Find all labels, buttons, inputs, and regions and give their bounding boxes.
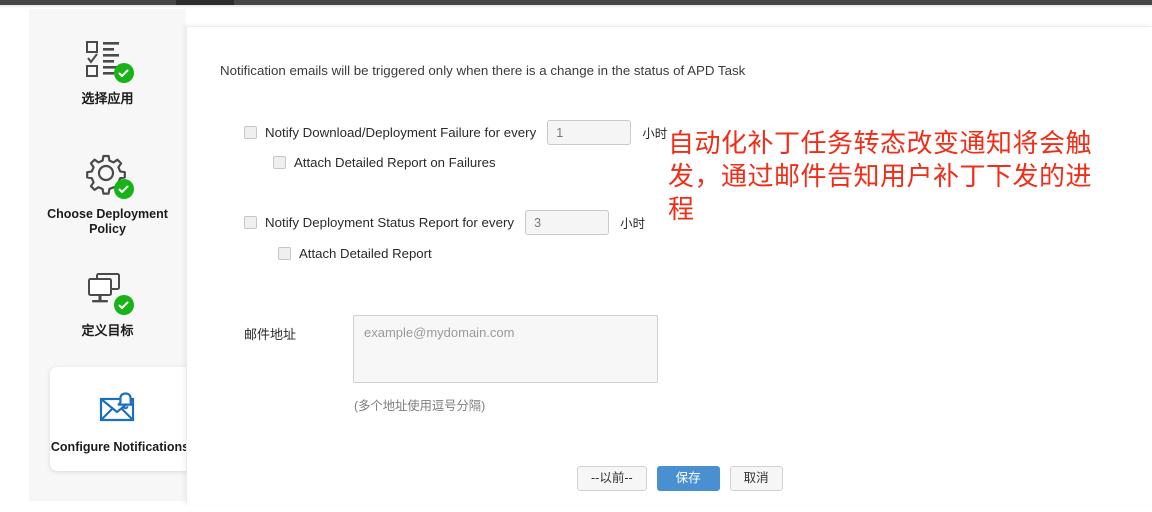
envelope-bell-icon bbox=[92, 383, 148, 433]
notifications-form-panel: Notification emails will be triggered on… bbox=[186, 26, 1152, 505]
step-completed-check-icon bbox=[113, 63, 134, 83]
sidebar-item-label: 定义目标 bbox=[81, 323, 134, 338]
email-address-hint: (多个地址使用逗号分隔) bbox=[354, 399, 486, 413]
sidebar-item-select-application[interactable]: 选择应用 bbox=[29, 34, 186, 106]
attach-status-report-row: Attach Detailed Report bbox=[278, 246, 432, 261]
monitors-icon bbox=[80, 266, 136, 316]
sidebar-item-label: 选择应用 bbox=[81, 91, 134, 106]
top-bar-shadow bbox=[0, 5, 1152, 8]
attach-failure-report-checkbox[interactable] bbox=[273, 156, 286, 169]
failure-interval-input[interactable] bbox=[547, 120, 632, 145]
email-address-textarea[interactable] bbox=[353, 315, 658, 383]
attach-failure-report-label: Attach Detailed Report on Failures bbox=[294, 155, 496, 170]
intro-description: Notification emails will be triggered on… bbox=[220, 63, 746, 78]
sidebar-item-choose-deployment-policy[interactable]: Choose Deployment Policy bbox=[29, 150, 186, 237]
checklist-icon bbox=[80, 34, 136, 84]
notify-failure-checkbox[interactable] bbox=[244, 126, 257, 139]
notify-status-checkbox[interactable] bbox=[244, 216, 257, 229]
attach-failure-report-row: Attach Detailed Report on Failures bbox=[273, 155, 496, 170]
cancel-button[interactable]: 取消 bbox=[729, 466, 783, 491]
sidebar-item-configure-notifications[interactable]: Configure Notifications bbox=[50, 367, 190, 471]
status-interval-input[interactable] bbox=[525, 210, 610, 235]
previous-button[interactable]: --以前-- bbox=[577, 466, 647, 491]
notify-status-row: Notify Deployment Status Report for ever… bbox=[244, 210, 645, 235]
failure-interval-unit: 小时 bbox=[642, 127, 668, 141]
sidebar-item-label: Configure Notifications bbox=[50, 440, 190, 454]
app-root: 选择应用 Choose Deployment Policy 定义目标 Confi… bbox=[0, 0, 1152, 512]
email-address-label: 邮件地址 bbox=[244, 327, 297, 342]
red-annotation-text: 自动化补丁任务转态改变通知将会触发，通过邮件告知用户补丁下发的进程 bbox=[668, 129, 1093, 225]
notify-failure-label: Notify Download/Deployment Failure for e… bbox=[265, 125, 537, 140]
form-actions: --以前-- 保存 取消 bbox=[577, 466, 783, 491]
notify-failure-row: Notify Download/Deployment Failure for e… bbox=[244, 120, 667, 145]
attach-status-report-label: Attach Detailed Report bbox=[299, 246, 432, 261]
step-completed-check-icon bbox=[113, 179, 134, 199]
save-button[interactable]: 保存 bbox=[656, 466, 720, 491]
sidebar-item-label: Choose Deployment Policy bbox=[47, 207, 168, 236]
status-interval-unit: 小时 bbox=[620, 217, 646, 231]
notify-status-label: Notify Deployment Status Report for ever… bbox=[265, 215, 515, 230]
sidebar-item-define-target[interactable]: 定义目标 bbox=[29, 266, 186, 338]
step-completed-check-icon bbox=[113, 295, 134, 315]
attach-status-report-checkbox[interactable] bbox=[278, 247, 291, 260]
gear-icon bbox=[80, 150, 136, 200]
